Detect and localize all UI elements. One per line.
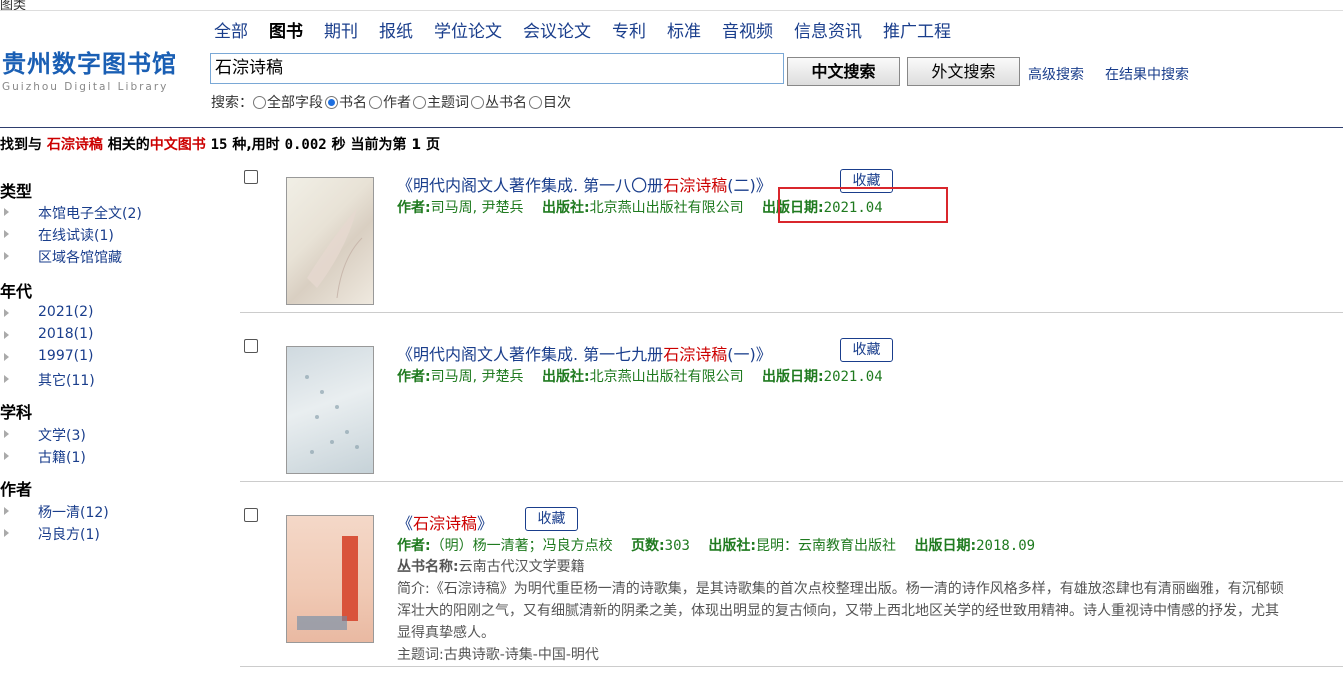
- summary-type: 中文图书: [149, 137, 206, 153]
- triangle-icon: [4, 430, 9, 438]
- triangle-icon: [4, 375, 9, 383]
- triangle-icon: [4, 353, 9, 361]
- facet-year-heading: 年代: [0, 282, 33, 301]
- result-title[interactable]: 《明代内阁文人著作集成. 第一八〇册石淙诗稿(二)》: [397, 172, 772, 196]
- facet-author-heading: 作者: [0, 480, 33, 499]
- result-abstract-line: 简介:《石淙诗稿》为明代重臣杨一清的诗歌集，是其诗歌集的首次点校整理出版。杨一清…: [397, 581, 1284, 597]
- tab-news[interactable]: 信息资讯: [794, 20, 862, 44]
- favorite-button[interactable]: 收藏: [840, 338, 893, 362]
- radio-icon: [413, 95, 426, 109]
- result-separator: [240, 312, 1343, 313]
- header-divider: [0, 127, 1343, 128]
- result-title[interactable]: 《明代内阁文人著作集成. 第一七九册石淙诗稿(一)》: [397, 341, 772, 365]
- triangle-icon: [4, 230, 9, 238]
- logo-chinese: 贵州数字图书馆: [2, 50, 177, 78]
- chinese-search-button[interactable]: 中文搜索: [787, 57, 900, 86]
- book-cover[interactable]: [286, 177, 374, 305]
- book-cover[interactable]: [286, 515, 374, 643]
- search-within-results-link[interactable]: 在结果中搜索: [1105, 64, 1189, 84]
- tab-media[interactable]: 音视频: [722, 20, 773, 44]
- result-series: 丛书名称:云南古代汉文学要籍: [397, 559, 585, 575]
- radio-icon: [471, 95, 484, 109]
- tab-standards[interactable]: 标准: [667, 20, 701, 44]
- tab-books[interactable]: 图书: [269, 20, 303, 44]
- summary-query: 石淙诗稿: [46, 137, 103, 153]
- result-checkbox[interactable]: [244, 170, 258, 184]
- radio-all-fields[interactable]: 全部字段: [253, 92, 323, 112]
- summary-count: 15: [210, 137, 228, 153]
- site-logo[interactable]: 贵州数字图书馆 Guizhou Digital Library: [2, 50, 192, 100]
- result-meta: 作者:司马周, 尹楚兵 出版社:北京燕山出版社有限公司 出版日期:2021.04: [397, 369, 883, 385]
- highlight-annotation-box: [778, 187, 948, 223]
- logo-english: Guizhou Digital Library: [2, 81, 169, 93]
- tab-patents[interactable]: 专利: [612, 20, 646, 44]
- tab-theses[interactable]: 学位论文: [434, 20, 502, 44]
- book-cover[interactable]: [286, 346, 374, 474]
- radio-subject[interactable]: 主题词: [413, 92, 469, 112]
- cover-droplet-art: [305, 375, 359, 454]
- result-subject-terms: 主题词:古典诗歌-诗集-中国-明代: [397, 647, 599, 663]
- result-checkbox[interactable]: [244, 339, 258, 353]
- result-meta: 作者:（明）杨一清著；冯良方点校 页数:303 出版社:昆明：云南教育出版社 出…: [397, 538, 1036, 554]
- triangle-icon: [4, 331, 9, 339]
- triangle-icon: [4, 507, 9, 515]
- tab-journals[interactable]: 期刊: [324, 20, 358, 44]
- result-abstract-line: 浑壮大的阳刚之气，又有细腻清新的阴柔之美，体现出明显的复古倾向，又带上西北地区关…: [397, 603, 1279, 619]
- triangle-icon: [4, 208, 9, 216]
- result-abstract-line: 显得真挚感人。: [397, 625, 495, 641]
- facet-item[interactable]: 2021(2): [38, 304, 93, 320]
- tab-promotion[interactable]: 推广工程: [883, 20, 951, 44]
- tab-all[interactable]: 全部: [214, 20, 248, 44]
- facet-item[interactable]: 2018(1): [38, 326, 93, 342]
- facet-item[interactable]: 古籍(1): [38, 447, 86, 467]
- facet-item[interactable]: 冯良方(1): [38, 524, 100, 544]
- triangle-icon: [4, 309, 9, 317]
- radio-series[interactable]: 丛书名: [471, 92, 527, 112]
- cover-title-art: [297, 536, 358, 630]
- facet-item[interactable]: 文学(3): [38, 425, 86, 445]
- facet-type-heading: 类型: [0, 182, 33, 201]
- tab-conference[interactable]: 会议论文: [523, 20, 591, 44]
- result-checkbox[interactable]: [244, 508, 258, 522]
- foreign-search-button[interactable]: 外文搜索: [907, 57, 1020, 86]
- result-separator: [240, 666, 1343, 667]
- top-nav-fragment[interactable]: 图类: [0, 0, 26, 13]
- facet-item[interactable]: 其它(11): [38, 370, 95, 390]
- top-divider: [0, 10, 1343, 11]
- facet-item[interactable]: 杨一清(12): [38, 502, 109, 522]
- cover-flower-art: [307, 208, 363, 299]
- summary-time: 0.002: [284, 137, 327, 153]
- result-separator: [240, 481, 1343, 482]
- results-summary: 找到与 石淙诗稿 相关的中文图书 15 种,用时 0.002 秒 当前为第 1 …: [0, 137, 440, 153]
- radio-author[interactable]: 作者: [369, 92, 411, 112]
- favorite-button[interactable]: 收藏: [525, 507, 578, 531]
- summary-page: 1: [411, 137, 422, 153]
- facet-item[interactable]: 区域各馆馆藏: [38, 247, 122, 267]
- radio-checked-icon: [325, 95, 338, 109]
- facet-item[interactable]: 在线试读(1): [38, 225, 114, 245]
- category-tabs: 全部 图书 期刊 报纸 学位论文 会议论文 专利 标准 音视频 信息资讯 推广工…: [214, 20, 972, 44]
- triangle-icon: [4, 252, 9, 260]
- result-title[interactable]: 《石淙诗稿》: [397, 510, 493, 534]
- radio-contents[interactable]: 目次: [529, 92, 571, 112]
- triangle-icon: [4, 452, 9, 460]
- facet-subject-heading: 学科: [0, 403, 33, 422]
- facet-item[interactable]: 1997(1): [38, 348, 93, 364]
- radio-icon: [253, 95, 266, 109]
- advanced-search-link[interactable]: 高级搜索: [1028, 64, 1084, 84]
- radio-title[interactable]: 书名: [325, 92, 367, 112]
- search-field-options: 搜索： 全部字段 书名 作者 主题词 丛书名 目次: [211, 92, 573, 112]
- triangle-icon: [4, 529, 9, 537]
- tab-newspapers[interactable]: 报纸: [379, 20, 413, 44]
- radio-icon: [529, 95, 542, 109]
- search-input[interactable]: 石淙诗稿: [210, 53, 784, 84]
- search-field-label: 搜索：: [211, 95, 253, 111]
- radio-icon: [369, 95, 382, 109]
- facet-item[interactable]: 本馆电子全文(2): [38, 203, 142, 223]
